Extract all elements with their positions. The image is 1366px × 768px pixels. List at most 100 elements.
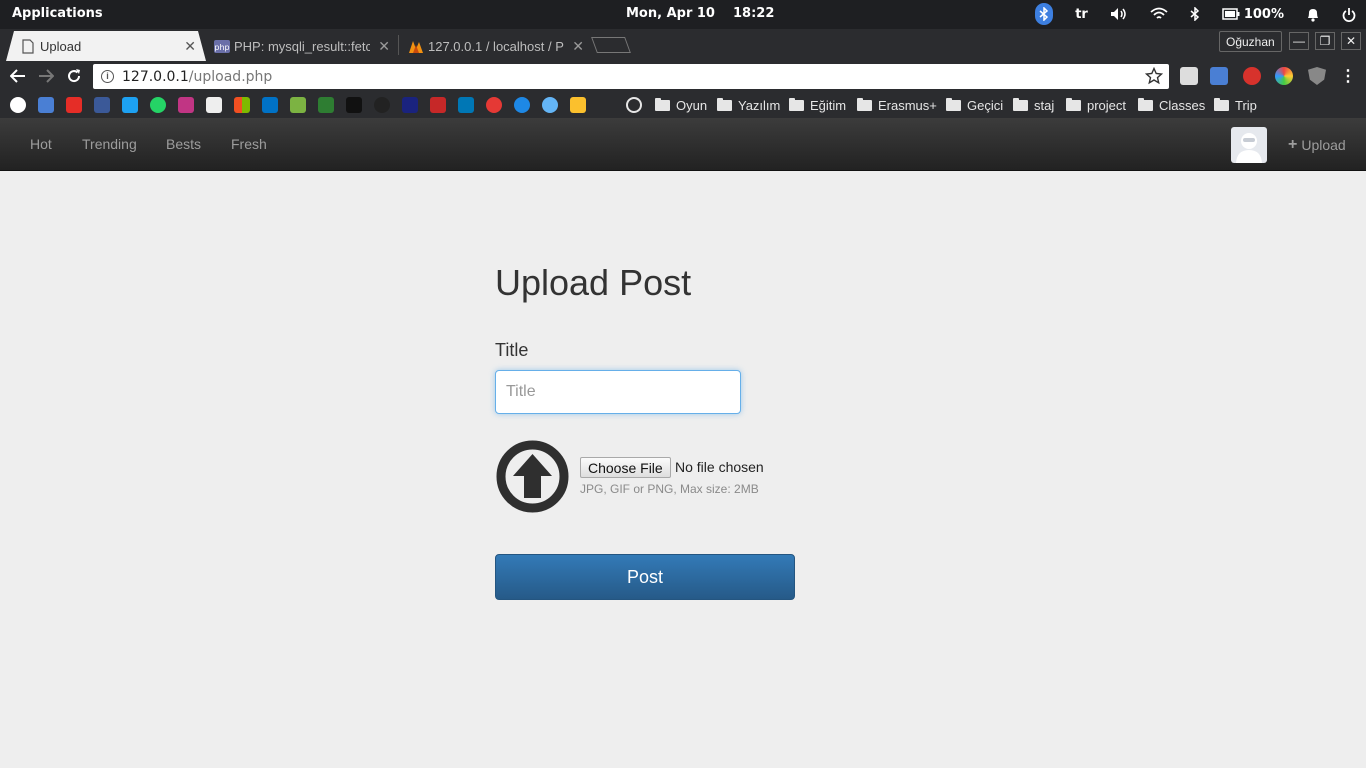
url-host: 127.0.0.1 xyxy=(122,68,189,85)
stackshare-bookmark-icon[interactable] xyxy=(346,97,362,113)
date-label: Mon, Apr 10 xyxy=(626,6,715,21)
bookmark-folder[interactable]: project xyxy=(1066,96,1126,114)
bookmark-folder[interactable]: Yazılım xyxy=(717,96,780,114)
browser-menu-icon[interactable]: ⋮ xyxy=(1338,66,1358,86)
title-input[interactable] xyxy=(495,370,741,414)
volume-icon[interactable] xyxy=(1110,7,1128,21)
close-tab-icon[interactable]: ✕ xyxy=(184,38,196,55)
tab-php-docs[interactable]: php PHP: mysqli_result::fetc ✕ xyxy=(200,31,400,61)
avatar-silhouette-icon xyxy=(1236,133,1262,163)
tab-title: Upload xyxy=(40,38,82,54)
keyboard-layout-indicator[interactable]: tr xyxy=(1075,7,1088,22)
bookmark-folder[interactable]: Geçici xyxy=(946,96,1003,114)
system-top-bar: Applications Mon, Apr 10 18:22 tr 100% xyxy=(0,0,1366,29)
reload-icon[interactable] xyxy=(64,66,84,86)
nav-link-hot[interactable]: Hot xyxy=(30,136,52,152)
google-translate-extension-icon[interactable] xyxy=(1210,67,1228,85)
google-bookmark-icon[interactable] xyxy=(10,97,26,113)
linkedin-bookmark-icon[interactable] xyxy=(458,97,474,113)
dollar-bookmark-icon[interactable] xyxy=(402,97,418,113)
youtube-bookmark-icon[interactable] xyxy=(66,97,82,113)
color-picker-extension-icon[interactable] xyxy=(1275,67,1293,85)
folder-icon xyxy=(1214,97,1229,111)
choose-file-button[interactable]: Choose File xyxy=(580,457,671,478)
bookmark-folder[interactable]: Classes xyxy=(1138,96,1205,114)
facebook-bookmark-icon[interactable] xyxy=(94,97,110,113)
close-tab-icon[interactable]: ✕ xyxy=(572,38,584,55)
close-tab-icon[interactable]: ✕ xyxy=(378,38,390,55)
instagram-bookmark-icon[interactable] xyxy=(178,97,194,113)
bookmark-folder[interactable]: Eğitim xyxy=(789,96,846,114)
folder-icon xyxy=(1066,97,1081,111)
bluetooth-indicator-icon[interactable] xyxy=(1035,3,1054,25)
forward-arrow-icon[interactable] xyxy=(36,66,56,86)
upload-arrow-icon[interactable] xyxy=(496,440,569,513)
github-bookmark-icon[interactable] xyxy=(626,97,642,113)
folder-icon xyxy=(946,97,961,111)
new-tab-button[interactable] xyxy=(591,37,631,53)
post-button[interactable]: Post xyxy=(495,554,795,600)
tab-phpmyadmin[interactable]: 127.0.0.1 / localhost / P ✕ xyxy=(394,31,594,61)
upload-nav-label: Upload xyxy=(1301,137,1346,153)
power-icon[interactable] xyxy=(1342,7,1356,22)
outlook-bookmark-icon[interactable] xyxy=(262,97,278,113)
address-bar[interactable]: i 127.0.0.1/upload.php xyxy=(93,64,1169,89)
battery-indicator[interactable]: 100% xyxy=(1222,7,1284,22)
folder-icon xyxy=(717,97,732,111)
frog-bookmark-icon[interactable] xyxy=(290,97,306,113)
url-path: /upload.php xyxy=(188,68,273,85)
twitter-bookmark-icon[interactable] xyxy=(122,97,138,113)
bookmarks-bar: Oyun Yazılım Eğitim Erasmus+ Geçici staj… xyxy=(0,92,1366,118)
shield-extension-icon[interactable] xyxy=(1308,67,1326,85)
battery-icon xyxy=(1222,8,1240,20)
bluetooth-icon[interactable] xyxy=(1190,7,1200,21)
bookmark-folder[interactable]: Erasmus+ xyxy=(857,96,937,114)
site-info-icon[interactable]: i xyxy=(101,70,114,83)
nav-link-fresh[interactable]: Fresh xyxy=(231,136,267,152)
user-avatar[interactable] xyxy=(1231,127,1267,163)
upload-nav-link[interactable]: + Upload xyxy=(1288,136,1346,154)
wheat-bookmark-icon[interactable] xyxy=(430,97,446,113)
minimize-window-icon[interactable]: — xyxy=(1289,32,1309,50)
lightning-bookmark-icon[interactable] xyxy=(570,97,586,113)
plus-icon: + xyxy=(1288,136,1298,153)
link-bookmark-icon[interactable] xyxy=(486,97,502,113)
title-label: Title xyxy=(495,340,529,360)
bird-bookmark-icon[interactable] xyxy=(514,97,530,113)
wifi-icon[interactable] xyxy=(1150,7,1168,21)
tab-title: 127.0.0.1 / localhost / P xyxy=(428,38,564,54)
quora-bookmark-icon[interactable] xyxy=(374,97,390,113)
folder-icon xyxy=(857,97,872,111)
notifications-bell-icon[interactable] xyxy=(1306,7,1320,22)
mail-checker-extension-icon[interactable] xyxy=(1180,67,1198,85)
bookmark-folder[interactable]: staj xyxy=(1013,96,1054,114)
browser-tab-strip: Upload ✕ php PHP: mysqli_result::fetc ✕ … xyxy=(0,29,1366,61)
bookmark-star-icon[interactable] xyxy=(1145,67,1163,85)
restore-window-icon[interactable]: ❐ xyxy=(1315,32,1335,50)
globe-bookmark-icon[interactable] xyxy=(542,97,558,113)
battery-percent: 100% xyxy=(1243,6,1284,22)
site-navbar: Hot Trending Bests Fresh + Upload xyxy=(0,118,1366,171)
clock[interactable]: Mon, Apr 10 18:22 xyxy=(626,6,792,21)
bookmark-folder[interactable]: Oyun xyxy=(655,96,707,114)
nav-link-trending[interactable]: Trending xyxy=(82,136,137,152)
nav-link-bests[interactable]: Bests xyxy=(166,136,201,152)
page-title: Upload Post xyxy=(495,262,692,303)
close-window-icon[interactable]: ✕ xyxy=(1341,32,1361,50)
bookmark-folder[interactable]: Trip xyxy=(1214,96,1257,114)
system-tray: tr 100% xyxy=(1013,3,1356,25)
adblock-extension-icon[interactable] xyxy=(1243,67,1261,85)
tab-upload[interactable]: Upload ✕ xyxy=(6,31,206,61)
back-arrow-icon[interactable] xyxy=(8,66,28,86)
microsoft-bookmark-icon[interactable] xyxy=(234,97,250,113)
whatsapp-bookmark-icon[interactable] xyxy=(150,97,166,113)
url-text: 127.0.0.1/upload.php xyxy=(122,69,272,85)
google-translate-bookmark-icon[interactable] xyxy=(38,97,54,113)
svg-text:php: php xyxy=(214,43,229,52)
applications-menu[interactable]: Applications xyxy=(12,6,103,21)
plant-bookmark-icon[interactable] xyxy=(318,97,334,113)
browser-toolbar: i 127.0.0.1/upload.php ⋮ xyxy=(0,61,1366,92)
profile-button[interactable]: Oğuzhan xyxy=(1219,31,1282,52)
folder-icon xyxy=(1138,97,1153,111)
gmail-bookmark-icon[interactable] xyxy=(206,97,222,113)
